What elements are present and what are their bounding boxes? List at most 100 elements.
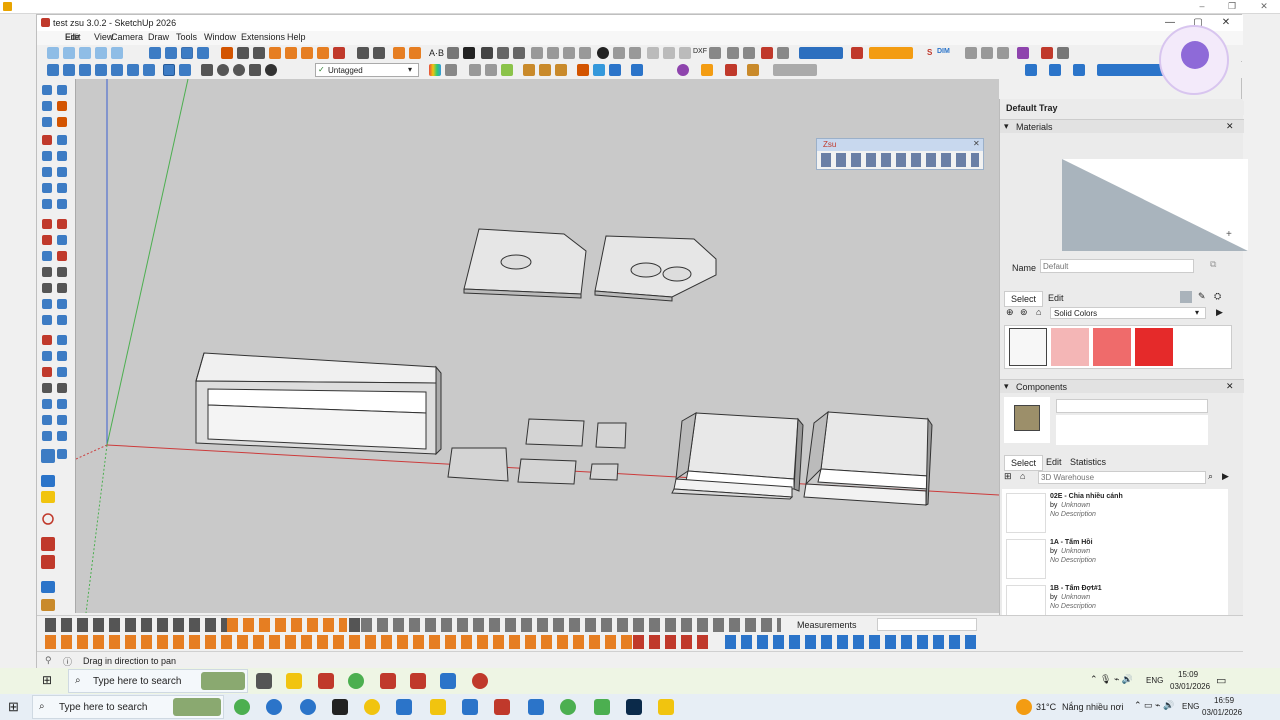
window-icon[interactable] — [528, 699, 544, 715]
brush-icon[interactable] — [747, 64, 759, 76]
close-button[interactable]: ✕ — [1215, 16, 1237, 30]
back-icon[interactable]: ⊕ — [1006, 307, 1014, 318]
bottom-tools-red[interactable] — [633, 635, 713, 649]
media-icon[interactable] — [658, 699, 674, 715]
app-leaf-icon[interactable] — [594, 699, 610, 715]
menu-draw[interactable]: Draw — [148, 32, 169, 42]
ring-icon[interactable] — [677, 64, 689, 76]
cluster-icon[interactable] — [725, 64, 737, 76]
copilot-icon[interactable] — [266, 699, 282, 715]
windows-start-icon[interactable]: ⊞ — [8, 699, 19, 715]
sketchup-task-icon[interactable] — [440, 673, 456, 689]
shape-icon[interactable] — [285, 47, 297, 59]
eye-icon[interactable] — [265, 64, 277, 76]
components-header[interactable]: ▾ Components ✕ — [1000, 379, 1244, 393]
pdf-icon[interactable] — [318, 673, 334, 689]
display-icon[interactable] — [1180, 291, 1192, 303]
scenes-icon[interactable] — [1073, 64, 1085, 76]
search-icon[interactable]: ⌕ — [1208, 471, 1213, 482]
view-left-icon[interactable] — [127, 64, 139, 76]
follow-me-icon[interactable] — [577, 64, 589, 76]
box-icon[interactable] — [393, 47, 405, 59]
frame-icon[interactable] — [629, 47, 641, 59]
edge-icon[interactable] — [300, 699, 316, 715]
panel-close-icon[interactable]: ✕ — [1226, 381, 1234, 392]
rotate-icon[interactable] — [253, 47, 265, 59]
settings-icon[interactable] — [965, 47, 977, 59]
tab-select-components[interactable]: Select — [1004, 455, 1044, 471]
sandbox-icon[interactable] — [501, 64, 513, 76]
pin-icon[interactable] — [463, 47, 475, 59]
view-top-icon[interactable] — [63, 64, 75, 76]
style-palette-icon[interactable] — [429, 64, 441, 76]
check-icon[interactable] — [217, 64, 229, 76]
bottom-tools-row2-blue[interactable] — [725, 635, 977, 649]
tab-edit-materials[interactable]: Edit — [1048, 293, 1064, 303]
push-pull-icon[interactable] — [301, 47, 313, 59]
bottle-icon[interactable] — [631, 64, 643, 76]
offset-icon[interactable] — [317, 47, 329, 59]
material-collection-select[interactable]: Solid Colors ▾ — [1050, 307, 1206, 319]
scissors-icon[interactable] — [357, 47, 369, 59]
section-icon[interactable] — [663, 47, 675, 59]
viewport-3d[interactable]: Zsu ✕ — [75, 79, 999, 613]
outer-search-box[interactable]: ⌕ Type here to search — [32, 695, 224, 719]
view-iso-icon[interactable] — [47, 64, 59, 76]
paste-icon[interactable] — [79, 47, 91, 59]
tape-icon[interactable] — [373, 47, 385, 59]
tab-select-materials[interactable]: Select — [1004, 291, 1044, 307]
chrome-icon[interactable] — [560, 699, 576, 715]
pan-icon[interactable] — [181, 47, 193, 59]
distribute-icon[interactable] — [547, 47, 559, 59]
down-arrow-icon[interactable] — [761, 47, 773, 59]
entity-icon[interactable] — [1049, 64, 1061, 76]
pencil-icon[interactable] — [221, 47, 233, 59]
tray-icons[interactable]: ⌃ ▭ ⌁ 🔊 — [1134, 700, 1174, 711]
home-icon[interactable]: ⌂ — [1020, 471, 1025, 481]
swatch-pink[interactable] — [1051, 328, 1089, 366]
panel-icons[interactable] — [1097, 64, 1167, 76]
diamond-icon[interactable] — [609, 64, 621, 76]
bottom-tools-orange[interactable] — [227, 618, 347, 632]
list-icon[interactable] — [981, 47, 993, 59]
select-arrow-icon[interactable] — [481, 47, 493, 59]
menu-help[interactable]: Help — [287, 32, 306, 42]
flip-icon[interactable] — [593, 64, 605, 76]
component-tool-icon[interactable] — [1017, 47, 1029, 59]
geo-icon[interactable]: ⚲ — [45, 655, 52, 666]
component-desc-box[interactable] — [1056, 415, 1208, 445]
stack-icon[interactable] — [579, 47, 591, 59]
refresh-icon[interactable] — [513, 47, 525, 59]
chrome-icon[interactable] — [348, 673, 364, 689]
solid-subtract-icon[interactable] — [539, 64, 551, 76]
extrude-icon[interactable] — [409, 47, 421, 59]
tab-edit-components[interactable]: Edit — [1046, 457, 1062, 467]
zoom-extents-icon[interactable] — [197, 47, 209, 59]
component-name-input[interactable] — [1056, 399, 1208, 413]
align-icon[interactable] — [531, 47, 543, 59]
rect-icon[interactable] — [647, 47, 659, 59]
info-icon[interactable]: ⓘ — [63, 655, 72, 668]
gear-icon[interactable] — [597, 47, 609, 59]
outer-lang[interactable]: ENG — [1182, 702, 1199, 711]
textured-icon[interactable] — [179, 64, 191, 76]
no-icon[interactable] — [1057, 47, 1069, 59]
view-back-icon[interactable] — [111, 64, 123, 76]
camera-icon[interactable] — [777, 47, 789, 59]
swatch-white[interactable] — [1009, 328, 1047, 366]
menu-extensions[interactable]: Extensions — [241, 32, 285, 42]
materials-header[interactable]: ▾ Materials ✕ — [1000, 119, 1244, 133]
notification-icon[interactable]: ▭ — [1216, 674, 1226, 687]
solid-trim-icon[interactable] — [555, 64, 567, 76]
sun-icon[interactable] — [701, 64, 713, 76]
dxf-label[interactable]: DXF — [693, 48, 707, 55]
layers-icon[interactable] — [111, 47, 123, 59]
minus-icon[interactable] — [233, 64, 245, 76]
columns-icon[interactable] — [563, 47, 575, 59]
auto-tools-icons[interactable] — [869, 47, 913, 59]
app-green-icon[interactable] — [234, 699, 250, 715]
capcut-icon[interactable] — [332, 699, 348, 715]
app-yellow-icon[interactable] — [364, 699, 380, 715]
app-icon[interactable] — [380, 673, 396, 689]
tab-statistics[interactable]: Statistics — [1070, 457, 1106, 467]
